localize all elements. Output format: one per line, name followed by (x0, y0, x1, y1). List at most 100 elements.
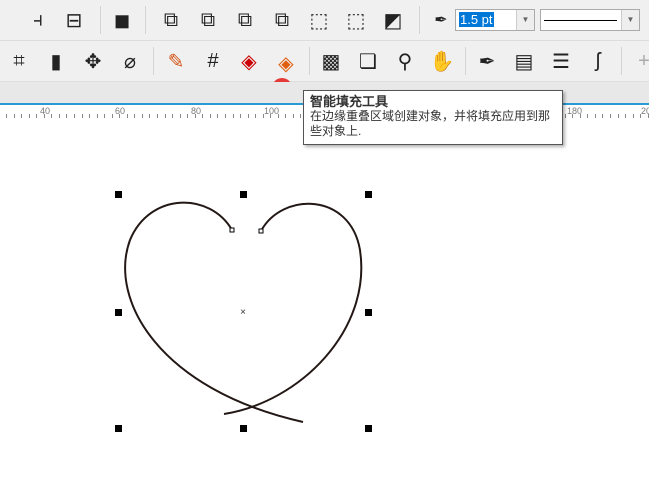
back-minus-front-icon[interactable]: ⬚ (342, 6, 370, 34)
chevron-down-icon[interactable]: ▼ (621, 10, 639, 30)
bspline-icon[interactable]: ʃ (584, 47, 612, 75)
selection-handle[interactable] (115, 191, 122, 198)
ruler-tick (617, 114, 619, 118)
ruler-tick (58, 114, 60, 118)
toolbox: ⌗ ▮ ✥ ⌀ ✎ # ◈ ◈ ▩ ❏ ⚲ ✋ ✒ ▤ ☰ ʃ + (0, 41, 649, 120)
pan-icon[interactable]: ✋ (428, 47, 456, 75)
ruler-tick (179, 114, 181, 118)
selection-handle[interactable] (240, 191, 247, 198)
ruler-tick (632, 114, 634, 118)
ruler-tick (51, 114, 53, 118)
ruler-tick (255, 114, 257, 118)
ruler-tick (157, 114, 158, 118)
ruler-tick (21, 114, 23, 118)
ruler-tick (81, 114, 83, 118)
ruler-tick (579, 114, 581, 118)
drop-shadow-icon[interactable]: ❏ (354, 47, 382, 75)
blend-icon[interactable]: ⌀ (116, 47, 144, 75)
smart-fill-icon[interactable]: ◈ (272, 49, 300, 77)
heart-left-curve[interactable] (124, 201, 304, 423)
ruler-tick (43, 114, 45, 118)
ruler-tick (73, 114, 75, 118)
outline-width-value: 1.5 pt (459, 12, 494, 27)
combine-icon[interactable]: ◼ (108, 6, 136, 34)
interactive-fill-icon[interactable]: ◈ (235, 47, 263, 75)
ruler-tick (247, 114, 249, 118)
tooltip: 智能填充工具 在边缘重叠区域创建对象，并将填充应用到那些对象上. (303, 90, 563, 145)
eyedropper-icon[interactable]: ✎ (162, 47, 190, 75)
separator (419, 6, 420, 34)
separator (621, 47, 622, 75)
ruler-tick (217, 114, 219, 118)
align-left-icon[interactable]: ⫞ (24, 6, 52, 34)
front-minus-back-icon[interactable]: ⬚ (305, 6, 333, 34)
ruler-tick (285, 114, 287, 118)
crop-icon[interactable]: ⌗ (5, 47, 33, 75)
ruler-tick (13, 114, 15, 118)
ruler-tick (300, 114, 302, 118)
trim-icon[interactable]: ⧉ (194, 6, 222, 34)
selection-handle[interactable] (115, 425, 122, 432)
node[interactable] (258, 228, 264, 234)
add-icon[interactable]: + (630, 47, 649, 75)
tooltip-title: 智能填充工具 (310, 94, 389, 109)
chevron-down-icon[interactable]: ▼ (516, 10, 534, 30)
separator (309, 47, 310, 75)
ruler-label: 80 (191, 106, 202, 116)
ruler-tick (610, 114, 611, 118)
weld-icon[interactable]: ⧉ (157, 6, 185, 34)
ruler-tick (164, 114, 166, 118)
ruler-tick (224, 114, 226, 118)
outline-width-select[interactable]: 1.5 pt ▼ (455, 9, 535, 31)
simplify-icon[interactable]: ⧉ (268, 6, 296, 34)
ruler-tick (564, 114, 566, 118)
canvas[interactable]: × (0, 120, 649, 491)
ruler-tick (292, 114, 294, 118)
ruler-tick (104, 114, 106, 118)
ruler-tick (36, 114, 38, 118)
separator (100, 6, 101, 34)
separator (153, 47, 154, 75)
tooltip-body: 在边缘重叠区域创建对象，并将填充应用到那些对象上. (310, 109, 551, 138)
ruler-tick (28, 114, 30, 118)
line-style-select[interactable]: ▼ (540, 9, 640, 31)
selection-handle[interactable] (365, 191, 372, 198)
ruler-tick (572, 114, 574, 118)
ruler-tick (141, 114, 143, 118)
ruler-tick (66, 114, 68, 118)
align-center-icon[interactable]: ⊟ (60, 6, 88, 34)
eraser-icon[interactable]: ▮ (42, 47, 70, 75)
ruler-tick (277, 114, 279, 118)
node[interactable] (229, 227, 235, 233)
mesh-icon[interactable]: # (199, 47, 227, 75)
ruler-tick (111, 114, 113, 118)
ruler-tick (202, 114, 204, 118)
layers-icon[interactable]: ☰ (547, 47, 575, 75)
center-mark: × (240, 307, 246, 318)
pen-outline-icon: ✒ (434, 12, 448, 29)
ruler-tick (126, 114, 128, 118)
boundary-icon[interactable]: ◩ (379, 6, 407, 34)
ruler-tick (640, 114, 642, 118)
ruler-tick (134, 114, 136, 118)
ruler-tick (602, 114, 604, 118)
object-properties-icon[interactable]: ▤ (510, 47, 538, 75)
zoom-icon[interactable]: ⚲ (391, 47, 419, 75)
ruler-tick (194, 114, 196, 118)
ruler-tick (96, 114, 98, 118)
ruler-tick (209, 114, 211, 118)
separator (145, 6, 146, 34)
ruler-tick (262, 114, 264, 118)
ruler-tick (270, 114, 272, 118)
selection-handle[interactable] (115, 309, 122, 316)
selection-handle[interactable] (240, 425, 247, 432)
pen-icon[interactable]: ✒ (473, 47, 501, 75)
ruler-label: 40 (40, 106, 51, 116)
separator (465, 47, 466, 75)
selection-handle[interactable] (365, 309, 372, 316)
intersect-icon[interactable]: ⧉ (231, 6, 259, 34)
transform-icon[interactable]: ✥ (79, 47, 107, 75)
transparency-icon[interactable]: ▩ (317, 47, 345, 75)
ruler-tick (240, 114, 242, 118)
selection-handle[interactable] (365, 425, 372, 432)
